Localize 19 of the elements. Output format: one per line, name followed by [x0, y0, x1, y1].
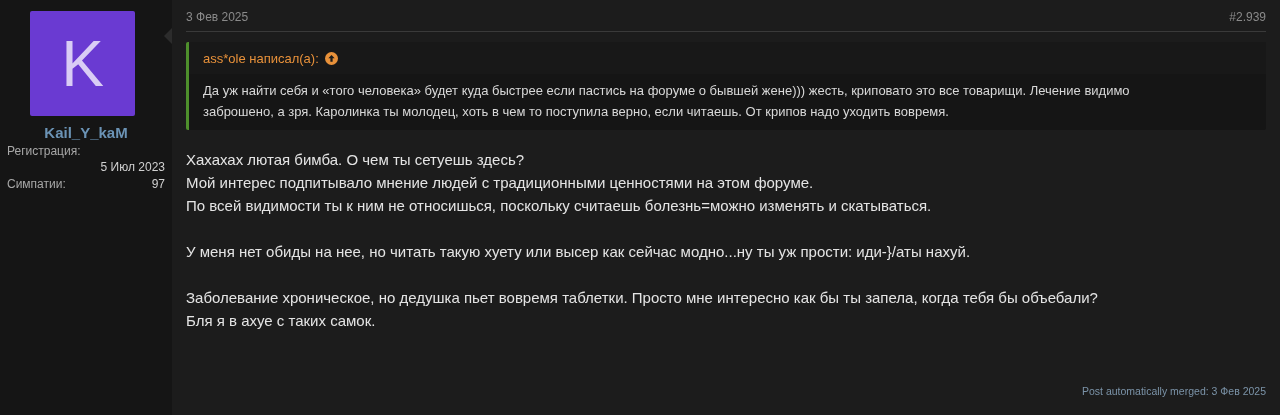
message-line: Мой интерес подпитывало мнение людей с традиционными ценностями на этом форуме.	[186, 173, 815, 193]
message-line: Бля я в ахуе с таких самок.	[186, 311, 377, 331]
stat-label: Регистрация:	[7, 144, 82, 158]
message-line: Заболевание хроническое, но дедушка пьет вовремя таблетки. Просто мне интересно как бы ты запела, когда тебя бы объебали?	[186, 288, 1099, 308]
message-line: У меня нет обиды на нее, но читать такую хуету или высер как сейчас модно...ну ты уж прости: иди-}/аты нахуй.	[186, 242, 972, 262]
post-number[interactable]: #2.939	[1229, 10, 1266, 24]
user-avatar[interactable]: K	[30, 11, 135, 116]
quote-author: ass*ole написал(а):	[203, 51, 319, 66]
merged-note: Post automatically merged: 3 Фев 2025	[1082, 385, 1266, 397]
username-link[interactable]: Kail_Y_kaM	[7, 124, 165, 141]
stat-label: Симпатии:	[7, 177, 66, 191]
quote-line: Да уж найти себя и «того человека» будет куда быстрее если пастись на форуме о бывшей жене))) жесть, криповато это все товарищи. Лечение видимо	[203, 82, 1131, 100]
stat-value: 97	[151, 177, 165, 191]
arrow-up-icon[interactable]	[324, 52, 338, 65]
message-line: По всей видимости ты к ним не относишься, поскольку считаешь болезнь=можно изменять и скатываться.	[186, 196, 933, 216]
message-line: Хахахах лютая бимба. О чем ты сетуешь здесь?	[186, 150, 526, 170]
quote-line: заброшено, а зря. Каролинка ты молодец, хоть в чем то поступила верно, если читаешь. От крипов надо уходить вовремя.	[203, 103, 950, 121]
post-date[interactable]: 3 Фев 2025	[186, 10, 249, 24]
stat-value: 5 Июл 2023	[100, 160, 165, 174]
